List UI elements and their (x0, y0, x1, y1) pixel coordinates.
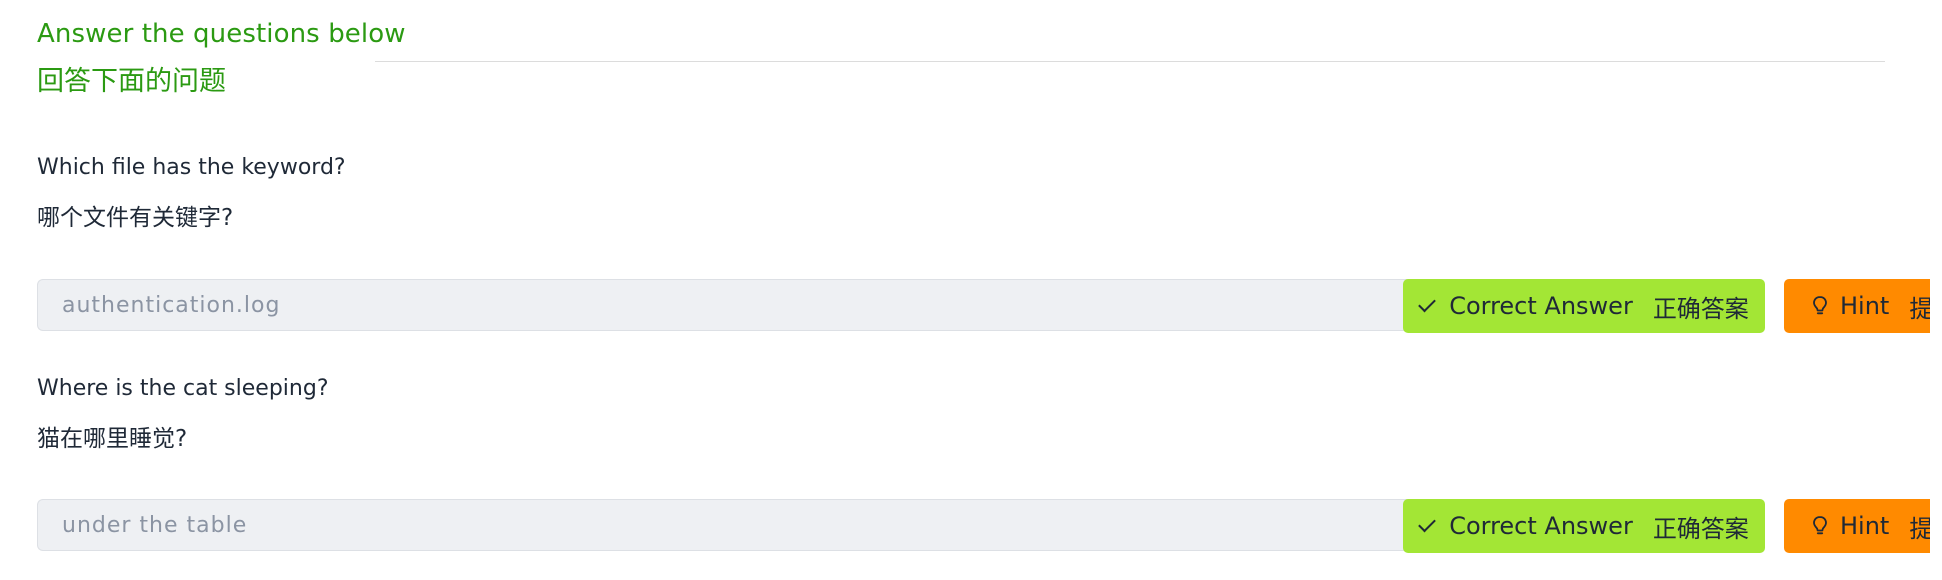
question-1: Which file has the keyword? 哪个文件有关键字? au… (37, 153, 1942, 333)
correct-answer-label-cn: 正确答案 (1652, 294, 1749, 323)
correct-answer-label-cn: 正确答案 (1652, 514, 1749, 543)
lightbulb-icon (1813, 296, 1827, 315)
question-text: Which file has the keyword? (37, 155, 346, 180)
question-2: Where is the cat sleeping? 猫在哪里睡觉? under… (37, 374, 1942, 553)
hint-button[interactable]: Hint 提 (1784, 499, 1942, 553)
task-header: Answer the questions below 回答下面的问题 (37, 14, 406, 104)
answer-row: authentication.log Correct Answer 正确答案 H… (37, 279, 1942, 333)
check-icon (1418, 514, 1437, 532)
check-icon (1418, 294, 1437, 312)
section-heading: Answer the questions below (37, 19, 406, 49)
correct-answer-button[interactable]: Correct Answer 正确答案 (1403, 499, 1765, 553)
question-text: Where is the cat sleeping? (37, 376, 329, 401)
answer-input[interactable]: under the table (37, 499, 1443, 551)
header-divider (375, 61, 1885, 62)
answer-input[interactable]: authentication.log (37, 279, 1443, 331)
hint-button[interactable]: Hint 提 (1784, 279, 1942, 333)
correct-answer-label: Correct Answer (1449, 292, 1633, 320)
hint-label: Hint (1840, 292, 1890, 320)
task-answers-section: Answer the questions below 回答下面的问题 Which… (0, 0, 1942, 580)
correct-answer-label: Correct Answer (1449, 512, 1633, 540)
hint-label: Hint (1840, 512, 1890, 540)
viewport-edge (1930, 0, 1942, 580)
section-heading-cn: 回答下面的问题 (37, 66, 226, 97)
lightbulb-icon (1813, 516, 1827, 535)
correct-answer-button[interactable]: Correct Answer 正确答案 (1403, 279, 1765, 333)
answer-row: under the table Correct Answer 正确答案 Hint… (37, 499, 1942, 553)
question-text-cn: 猫在哪里睡觉? (37, 426, 188, 452)
question-text-cn: 哪个文件有关键字? (37, 205, 234, 231)
